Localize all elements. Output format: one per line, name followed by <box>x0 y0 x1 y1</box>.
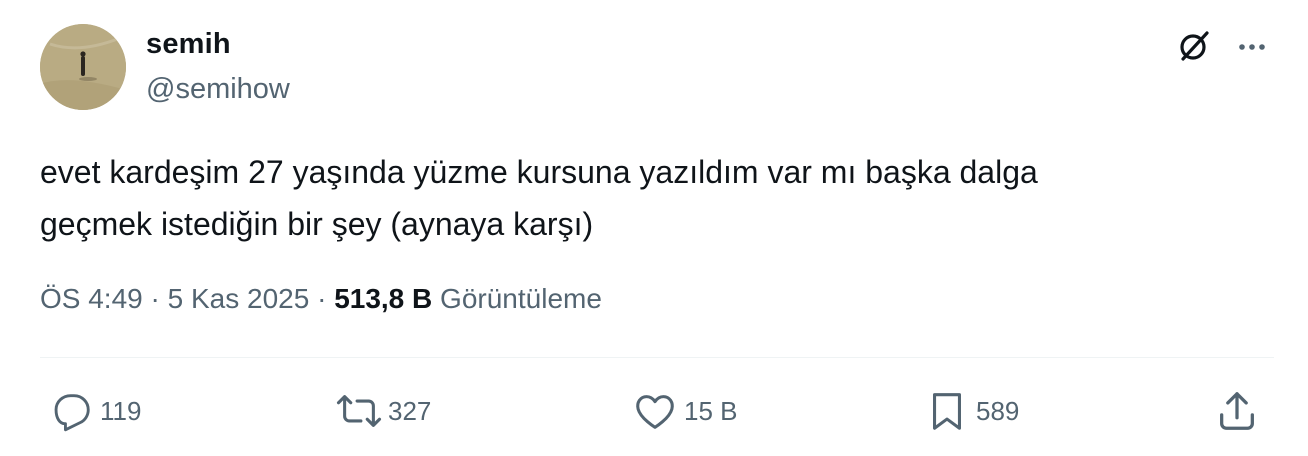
reply-icon <box>54 394 90 432</box>
reply-count: 119 <box>100 395 142 426</box>
retweet-icon <box>336 395 382 427</box>
tweet-time[interactable]: ÖS 4:49 <box>40 283 143 314</box>
share-button[interactable] <box>1214 386 1260 436</box>
tweet-meta: ÖS 4:49 · 5 Kas 2025 · 513,8 B Görüntüle… <box>40 283 602 315</box>
more-options-icon <box>1239 44 1265 50</box>
author-handle[interactable]: @semihow <box>146 73 290 106</box>
retweet-button[interactable]: 327 <box>336 386 431 436</box>
tweet-text: evet kardeşim 27 yaşında yüzme kursuna y… <box>40 146 1270 250</box>
views-count: 513,8 B <box>334 283 433 314</box>
tweet-card: semih @semihow evet kardeşim 27 yaşında … <box>0 0 1308 456</box>
like-count: 15 B <box>684 395 738 426</box>
like-button[interactable]: 15 B <box>632 386 738 436</box>
tweet-text-line: evet kardeşim 27 yaşında yüzme kursuna y… <box>40 154 1038 190</box>
bookmark-icon <box>933 393 961 430</box>
views-label: Görüntüleme <box>440 283 602 314</box>
tweet-text-line: geçmek istediğin bir şey (aynaya karşı) <box>40 206 594 242</box>
author-display-name[interactable]: semih <box>146 28 231 61</box>
retweet-count: 327 <box>388 395 432 426</box>
grok-button[interactable] <box>1172 24 1216 68</box>
avatar-photo-icon <box>40 24 126 110</box>
meta-separator: · <box>150 283 160 314</box>
meta-separator: · <box>317 283 327 314</box>
grok-icon <box>1180 31 1209 61</box>
tweet-date[interactable]: 5 Kas 2025 <box>168 283 310 314</box>
bookmark-button[interactable]: 589 <box>924 386 1019 436</box>
avatar[interactable] <box>40 24 126 110</box>
share-icon <box>1220 392 1254 430</box>
heart-icon <box>636 395 674 429</box>
reply-button[interactable]: 119 <box>48 386 141 436</box>
bookmark-count: 589 <box>976 395 1020 426</box>
divider <box>40 357 1274 358</box>
more-options-button[interactable] <box>1230 24 1274 68</box>
